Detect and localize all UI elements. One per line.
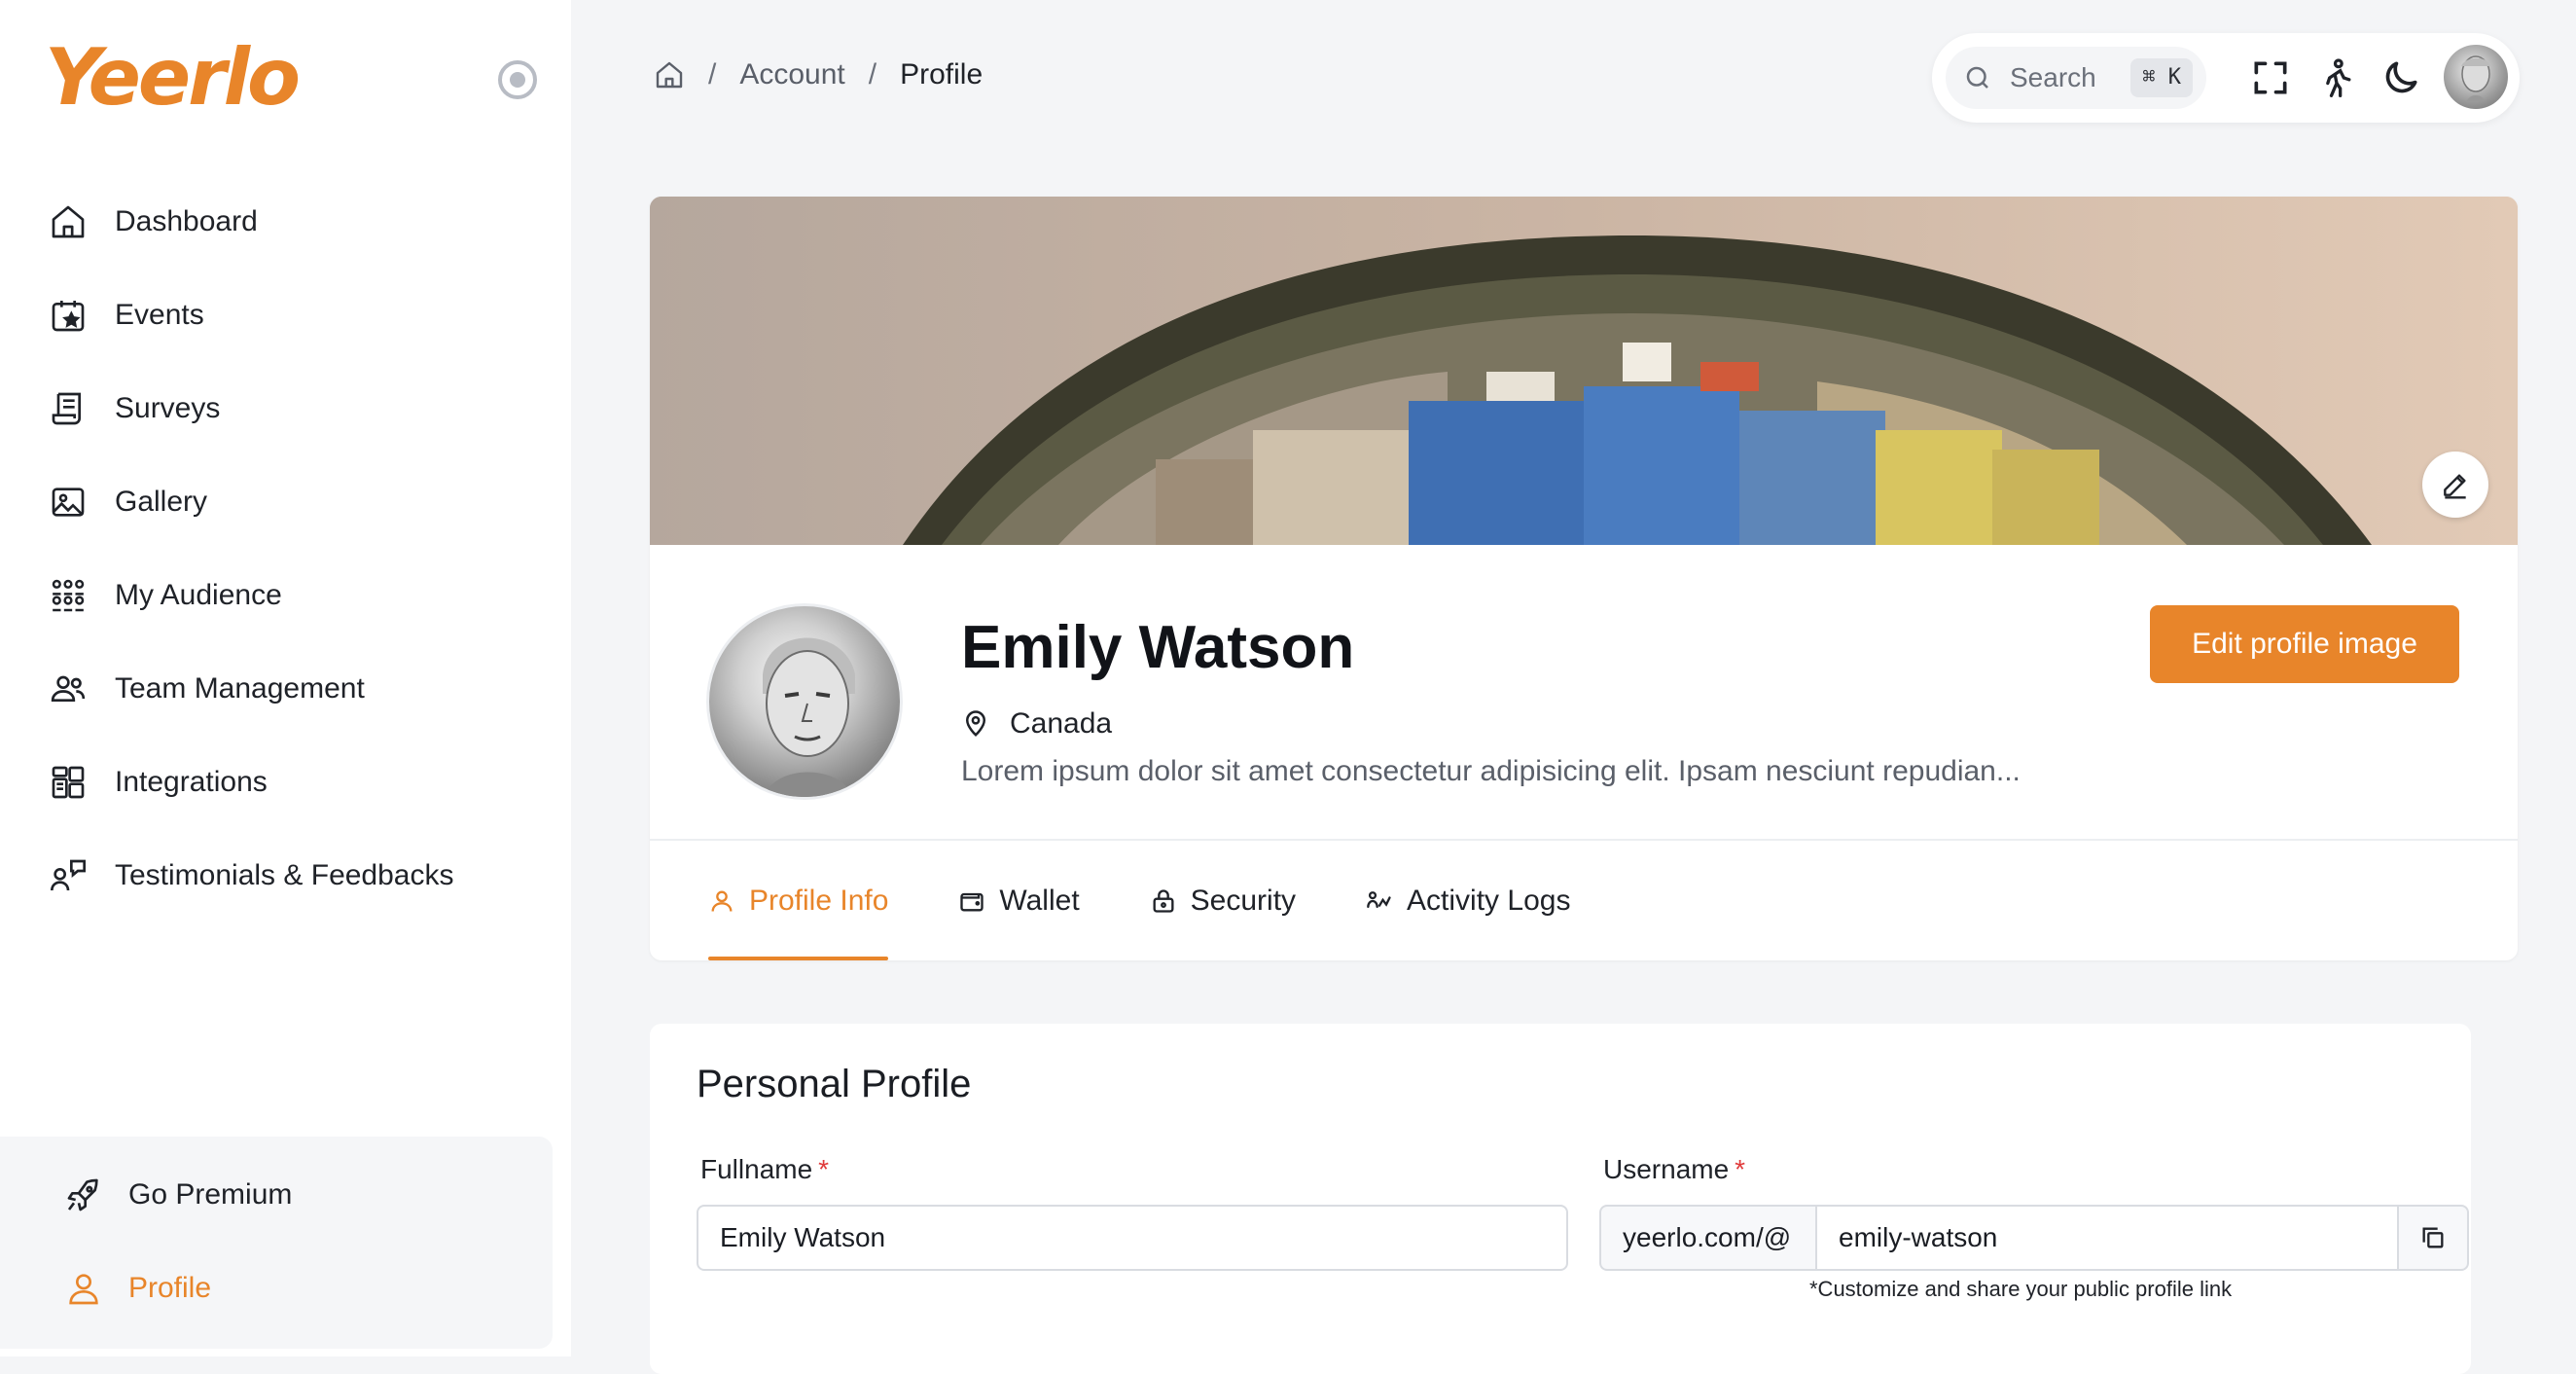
- tab-security[interactable]: Security: [1150, 841, 1296, 960]
- pencil-icon: [2444, 474, 2466, 499]
- section-title: Personal Profile: [697, 1063, 972, 1105]
- search-input[interactable]: Search ⌘ K: [1946, 47, 2206, 109]
- sidebar-item-my-audience[interactable]: My Audience: [49, 549, 555, 642]
- calendar-star-icon: [52, 301, 85, 332]
- sidebar-item-profile[interactable]: Profile: [64, 1269, 211, 1308]
- username-prefix: yeerlo.com/@: [1599, 1205, 1815, 1271]
- fullname-field[interactable]: Emily Watson: [697, 1205, 1568, 1271]
- search-placeholder: Search: [2010, 62, 2096, 92]
- profile-tabs: Profile Info Wallet Security Activity Lo…: [708, 841, 1640, 960]
- username-hint: *Customize and share your public profile…: [1809, 1277, 2233, 1301]
- tab-label: Wallet: [999, 884, 1080, 917]
- location-pin-icon: [965, 710, 986, 737]
- breadcrumb: / Account / Profile: [654, 58, 983, 91]
- gallery-icon: [52, 488, 85, 517]
- sidebar-bottom-panel: Go Premium Profile: [0, 1137, 553, 1349]
- sidebar-nav: Dashboard Events Surveys Gallery My Audi…: [49, 175, 555, 922]
- dark-mode-moon-icon[interactable]: [2379, 56, 2422, 99]
- tab-activity-logs[interactable]: Activity Logs: [1366, 841, 1570, 960]
- breadcrumb-current: Profile: [900, 58, 984, 90]
- copy-icon: [2422, 1227, 2444, 1248]
- breadcrumb-account[interactable]: Account: [739, 58, 844, 91]
- profile-label: Profile: [128, 1272, 212, 1304]
- tab-profile-info[interactable]: Profile Info: [708, 841, 889, 960]
- sidebar-item-surveys[interactable]: Surveys: [49, 362, 555, 455]
- search-icon: [1966, 66, 1988, 89]
- tab-wallet[interactable]: Wallet: [958, 841, 1080, 960]
- profile-avatar[interactable]: [706, 603, 903, 800]
- brand-logo[interactable]: Yeerlo: [45, 39, 301, 117]
- sidebar-item-label: Testimonials & Feedbacks: [115, 859, 454, 891]
- copy-username-button[interactable]: [2397, 1205, 2469, 1271]
- sidebar-item-gallery[interactable]: Gallery: [49, 455, 555, 549]
- tab-label: Security: [1190, 884, 1297, 917]
- username-label: Username *: [1603, 1154, 1745, 1185]
- sidebar-item-label: Dashboard: [115, 205, 258, 237]
- integrations-icon: [52, 766, 85, 799]
- survey-scroll-icon: [52, 392, 81, 425]
- user-icon: [711, 890, 733, 912]
- fullname-label: Fullname *: [700, 1154, 829, 1185]
- top-toolbar: Search ⌘ K: [1932, 33, 2520, 123]
- activity-icon: [1367, 890, 1391, 908]
- user-icon: [69, 1274, 98, 1305]
- sidebar-item-label: Gallery: [115, 486, 208, 518]
- sidebar-item-dashboard[interactable]: Dashboard: [49, 175, 555, 269]
- search-shortcut-badge: ⌘ K: [2130, 58, 2193, 97]
- home-icon[interactable]: [654, 59, 685, 90]
- profile-portrait-icon: [763, 637, 855, 797]
- profile-header-card: Emily Watson Canada Lorem ipsum dolor si…: [650, 197, 2518, 960]
- edit-cover-button[interactable]: [2422, 452, 2488, 518]
- sidebar-item-label: Integrations: [115, 766, 268, 798]
- required-mark: *: [1735, 1154, 1746, 1184]
- sidebar: Yeerlo Dashboard Events Surveys Gallery …: [0, 0, 571, 1356]
- profile-bio: Lorem ipsum dolor sit amet consectetur a…: [961, 755, 2021, 787]
- sidebar-item-events[interactable]: Events: [49, 269, 555, 362]
- sidebar-item-team-management[interactable]: Team Management: [49, 642, 555, 736]
- sidebar-item-label: My Audience: [115, 579, 282, 611]
- sidebar-item-testimonials[interactable]: Testimonials & Feedbacks: [49, 829, 555, 922]
- sidebar-item-label: Events: [115, 299, 204, 331]
- home-icon: [52, 205, 85, 238]
- breadcrumb-separator: /: [708, 58, 717, 90]
- avatar-portrait-icon: [2461, 55, 2490, 101]
- audience-icon: [52, 579, 85, 612]
- go-premium-label: Go Premium: [128, 1178, 293, 1211]
- sidebar-collapse-toggle[interactable]: [498, 60, 537, 99]
- edit-profile-image-button[interactable]: Edit profile image: [2150, 605, 2459, 683]
- user-avatar[interactable]: [2444, 45, 2508, 109]
- personal-profile-card: Personal Profile Fullname * Emily Watson …: [650, 1024, 2471, 1374]
- profile-name: Emily Watson: [961, 614, 1355, 681]
- feedback-icon: [51, 859, 86, 891]
- tab-label: Profile Info: [749, 884, 889, 917]
- profile-location: Canada: [961, 707, 1112, 741]
- sidebar-item-label: Team Management: [115, 672, 365, 705]
- required-mark: *: [818, 1154, 830, 1184]
- go-premium-button[interactable]: Go Premium: [64, 1175, 292, 1214]
- username-label-text: Username: [1603, 1154, 1730, 1184]
- accessibility-walk-icon[interactable]: [2315, 56, 2358, 99]
- fullname-label-text: Fullname: [700, 1154, 813, 1184]
- cover-image: [650, 197, 2518, 545]
- profile-location-text: Canada: [1010, 707, 1113, 740]
- cityscape-cover-illustration: [650, 197, 2518, 545]
- fullscreen-icon[interactable]: [2249, 56, 2292, 99]
- username-field[interactable]: emily-watson: [1815, 1205, 2399, 1271]
- breadcrumb-separator: /: [868, 58, 877, 90]
- sidebar-item-label: Surveys: [115, 392, 221, 424]
- wallet-icon: [960, 892, 984, 911]
- rocket-icon: [67, 1178, 98, 1211]
- team-icon: [51, 675, 86, 702]
- lock-icon: [1153, 888, 1174, 913]
- tab-label: Activity Logs: [1407, 884, 1571, 917]
- sidebar-item-integrations[interactable]: Integrations: [49, 736, 555, 829]
